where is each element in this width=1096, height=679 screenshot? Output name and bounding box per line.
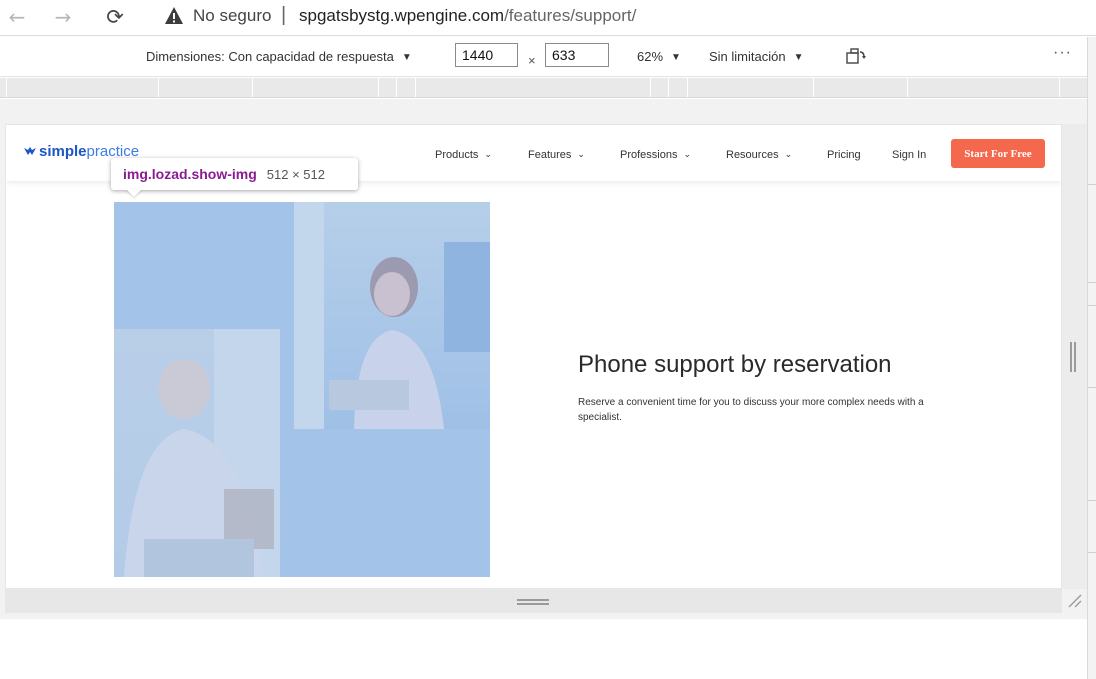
media-query-divider bbox=[668, 78, 669, 97]
logo-mark-icon bbox=[24, 147, 36, 155]
times-symbol: × bbox=[528, 53, 536, 68]
dropdown-caret-icon: ▼ bbox=[401, 52, 412, 63]
nav-features[interactable]: Features ⌄ bbox=[528, 149, 585, 161]
panel-divider bbox=[1088, 552, 1096, 553]
throttle-label: Sin limitación bbox=[709, 49, 786, 64]
media-query-divider bbox=[252, 78, 253, 97]
height-input[interactable] bbox=[545, 43, 609, 67]
nav-pricing[interactable]: Pricing bbox=[827, 149, 861, 161]
media-query-divider bbox=[907, 78, 908, 97]
panel-divider bbox=[1088, 184, 1096, 185]
panel-divider bbox=[1088, 500, 1096, 501]
logo-text-bold: simple bbox=[39, 143, 87, 160]
nav-products[interactable]: Products ⌄ bbox=[435, 149, 492, 161]
panel-divider bbox=[1088, 387, 1096, 388]
media-query-divider bbox=[687, 78, 688, 97]
woman-phone-illustration bbox=[124, 329, 280, 577]
corner-resize-icon[interactable] bbox=[1066, 592, 1082, 608]
media-query-divider bbox=[396, 78, 397, 97]
resize-grip-line bbox=[517, 603, 549, 605]
devtools-panel-edge bbox=[1087, 37, 1096, 679]
reload-icon[interactable]: ⟳ bbox=[102, 4, 128, 30]
panel-divider bbox=[1088, 305, 1096, 306]
nav-professions-label: Professions bbox=[620, 149, 678, 161]
media-query-bar[interactable] bbox=[0, 78, 1087, 98]
address-separator: | bbox=[281, 4, 287, 26]
url-field[interactable]: spgatsbystg.wpengine.com/features/suppor… bbox=[299, 6, 636, 26]
zoom-dropdown[interactable]: 62% ▼ bbox=[637, 49, 681, 64]
media-query-divider bbox=[6, 78, 7, 97]
woman-headset-illustration bbox=[294, 202, 490, 429]
chevron-down-icon: ⌄ bbox=[683, 149, 692, 159]
panel-divider bbox=[1088, 282, 1096, 283]
media-query-divider bbox=[813, 78, 814, 97]
chevron-down-icon: ⌄ bbox=[577, 149, 585, 159]
chevron-down-icon: ⌄ bbox=[484, 149, 492, 159]
resize-grip-line bbox=[517, 599, 549, 601]
security-label[interactable]: No seguro bbox=[193, 6, 271, 26]
tooltip-element-size: 512 × 512 bbox=[266, 166, 325, 182]
nav-sign-in[interactable]: Sign In bbox=[892, 149, 926, 161]
throttle-dropdown[interactable]: Sin limitación ▼ bbox=[709, 49, 804, 64]
width-input[interactable] bbox=[455, 43, 518, 67]
woman-headset-photo bbox=[294, 202, 490, 429]
woman-phone-photo bbox=[114, 329, 280, 577]
nav-professions[interactable]: Professions ⌄ bbox=[620, 149, 691, 161]
media-query-divider bbox=[378, 78, 379, 97]
tooltip-element-tag: img.lozad.show-img bbox=[123, 166, 257, 182]
media-query-divider bbox=[1059, 78, 1060, 97]
zoom-label: 62% bbox=[637, 49, 664, 64]
chevron-down-icon: ⌄ bbox=[784, 149, 793, 159]
dimensions-dropdown[interactable]: Dimensiones: Con capacidad de respuesta ▼ bbox=[146, 49, 412, 64]
dropdown-caret-icon: ▼ bbox=[793, 52, 804, 63]
media-query-divider bbox=[158, 78, 159, 97]
browser-address-bar: ← → ⟳ No seguro | spgatsbystg.wpengine.c… bbox=[0, 0, 1096, 36]
nav-features-label: Features bbox=[528, 149, 572, 161]
dropdown-caret-icon: ▼ bbox=[671, 52, 681, 63]
resize-grip-line bbox=[1070, 342, 1072, 372]
right-resize-handle[interactable] bbox=[1062, 124, 1087, 589]
start-for-free-button[interactable]: Start For Free bbox=[951, 139, 1045, 168]
back-arrow-icon[interactable]: ← bbox=[4, 4, 30, 30]
forward-arrow-icon[interactable]: → bbox=[50, 4, 76, 30]
warning-icon[interactable] bbox=[164, 6, 184, 26]
device-toolbar: Dimensiones: Con capacidad de respuesta ▼… bbox=[0, 37, 1087, 77]
dimensions-label: Dimensiones: Con capacidad de respuesta bbox=[146, 49, 394, 64]
resize-grip-line bbox=[1074, 342, 1076, 372]
highlighted-feature-image bbox=[114, 202, 490, 577]
rotate-icon[interactable] bbox=[845, 47, 867, 65]
url-host: spgatsbystg.wpengine.com bbox=[299, 6, 505, 25]
nav-products-label: Products bbox=[435, 149, 479, 161]
feature-title: Phone support by reservation bbox=[578, 351, 892, 378]
url-path: /features/support/ bbox=[504, 6, 637, 25]
nav-resources[interactable]: Resources ⌄ bbox=[726, 149, 792, 161]
media-query-divider bbox=[650, 78, 651, 97]
inspector-tooltip: img.lozad.show-img 512 × 512 bbox=[111, 158, 358, 190]
bottom-resize-handle[interactable] bbox=[5, 589, 1062, 613]
nav-resources-label: Resources bbox=[726, 149, 779, 161]
feature-description: Reserve a convenient time for you to dis… bbox=[578, 397, 924, 423]
media-query-divider bbox=[415, 78, 416, 97]
emulated-page: simple practice Products ⌄ Features ⌄ Profe… bbox=[5, 124, 1062, 589]
more-options-icon[interactable]: ··· bbox=[1053, 44, 1072, 62]
tooltip-arrow bbox=[126, 189, 142, 197]
